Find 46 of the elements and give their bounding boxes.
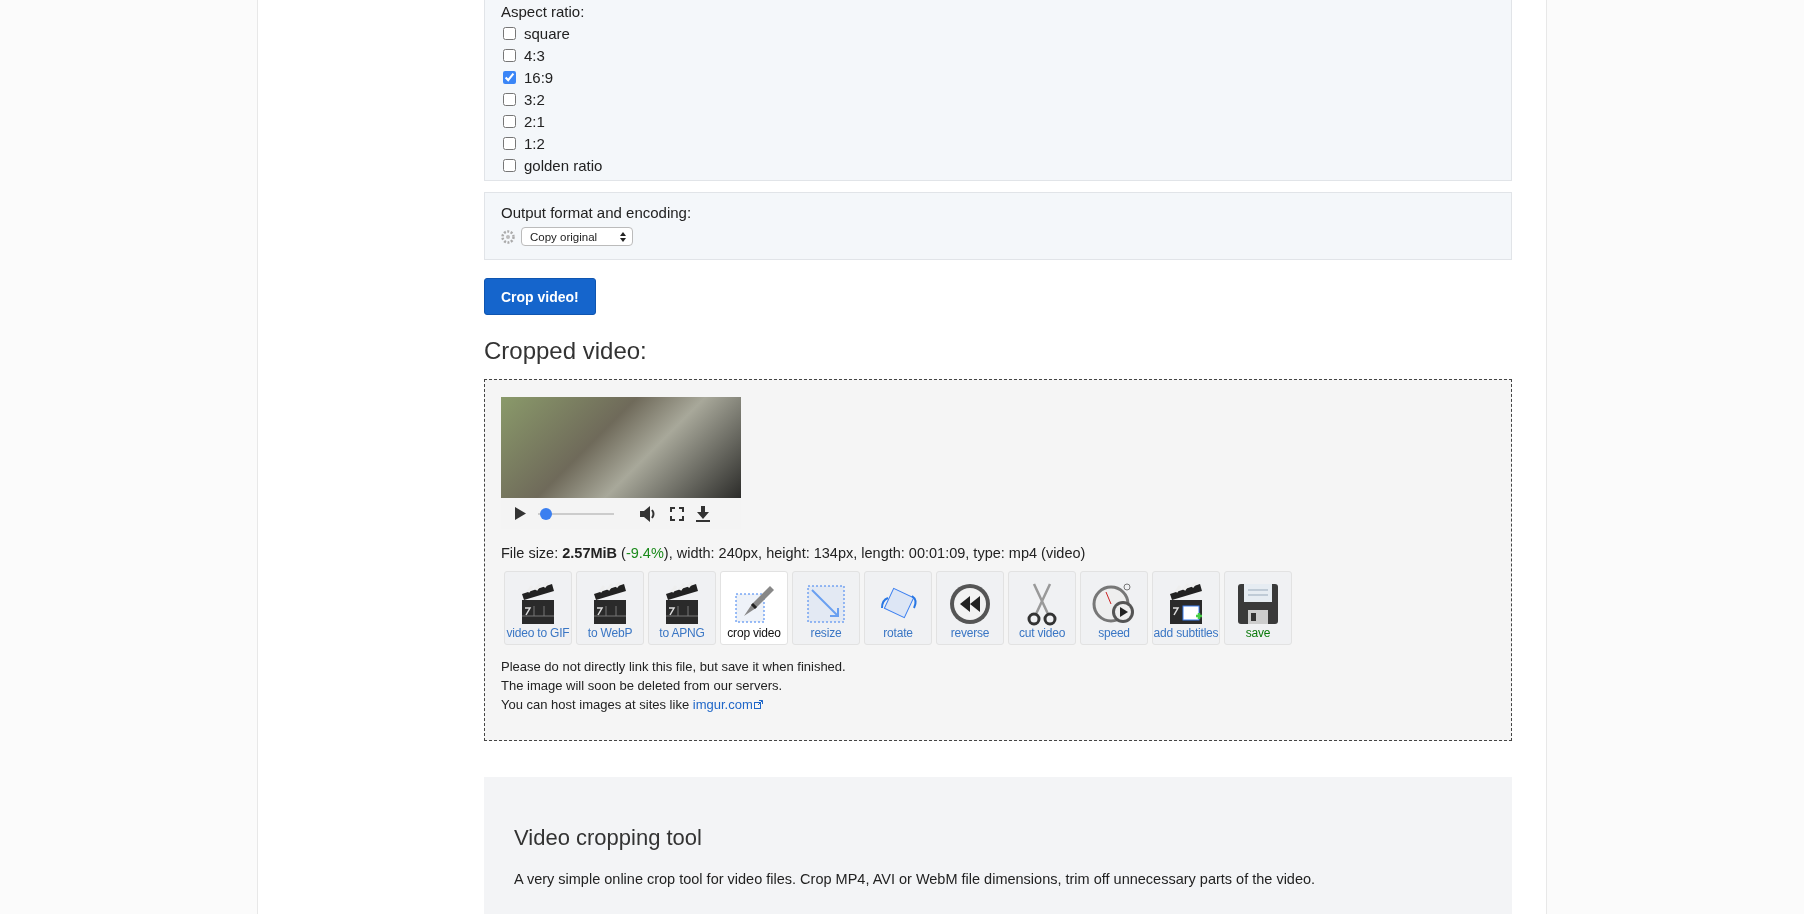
checkbox-label: 1:2 — [524, 134, 545, 152]
download-icon[interactable] — [696, 505, 710, 522]
seek-thumb[interactable] — [539, 507, 552, 520]
rewind-icon — [948, 582, 992, 626]
tool-link[interactable]: video to GIF — [504, 571, 572, 645]
select-arrows-icon — [620, 231, 626, 242]
about-text: A very simple online crop tool for video files. Crop MP4, AVI or WebM file dimensions, trim off unnecessary parts of the video. — [514, 871, 1317, 887]
checkbox[interactable] — [503, 114, 516, 128]
tool-link[interactable]: cut video — [1008, 571, 1076, 645]
tool-link[interactable]: to WebP — [576, 571, 644, 645]
checkbox[interactable] — [503, 70, 516, 84]
tool-link[interactable]: crop video — [720, 571, 788, 645]
tool-link[interactable]: resize — [792, 571, 860, 645]
checkbox[interactable] — [503, 158, 516, 172]
checkbox[interactable] — [503, 92, 516, 106]
note-text: You can host images at sites like imgur.com — [501, 695, 1495, 714]
format-select[interactable]: Copy original — [521, 227, 633, 246]
checkbox[interactable] — [503, 48, 516, 62]
fullscreen-icon[interactable] — [670, 506, 684, 521]
checkbox-label: golden ratio — [524, 156, 603, 174]
file-info-text: File size: 2.57MiB (-9.4%), width: 240px, height: 134px, length: 00:01:09, type: mp4 (video) — [501, 545, 1087, 561]
aspect-ratio-label: Aspect ratio: — [501, 2, 586, 22]
about-heading: Video cropping tool — [514, 825, 703, 851]
external-link-icon — [753, 700, 763, 709]
tool-link[interactable]: add subtitles — [1152, 571, 1220, 645]
play-icon[interactable] — [515, 507, 526, 520]
gear-icon — [501, 229, 515, 244]
note-text: Please do not directly link this file, but save it when finished. — [501, 658, 847, 676]
checkbox-label: 4:3 — [524, 46, 545, 64]
checkbox-label: 3:2 — [524, 90, 545, 108]
tool-link[interactable]: save — [1224, 571, 1292, 645]
crop-video-button[interactable]: Crop video! — [484, 278, 596, 315]
checkbox-label: 2:1 — [524, 112, 545, 130]
checkbox-label: 16:9 — [524, 68, 554, 86]
checkbox[interactable] — [503, 26, 516, 40]
checkbox[interactable] — [503, 136, 516, 150]
output-format-label: Output format and encoding: — [501, 203, 693, 223]
checkbox-label: square — [524, 24, 570, 42]
note-text: The image will soon be deleted from our servers. — [501, 677, 784, 695]
section-heading: Cropped video: — [484, 337, 648, 365]
stopwatch-play-icon — [1091, 582, 1137, 626]
tool-link[interactable]: speed — [1080, 571, 1148, 645]
tool-link[interactable]: rotate — [864, 571, 932, 645]
imgur-link[interactable]: imgur.com — [692, 697, 763, 712]
tool-link[interactable]: to APNG — [648, 571, 716, 645]
tool-link[interactable]: reverse — [936, 571, 1004, 645]
